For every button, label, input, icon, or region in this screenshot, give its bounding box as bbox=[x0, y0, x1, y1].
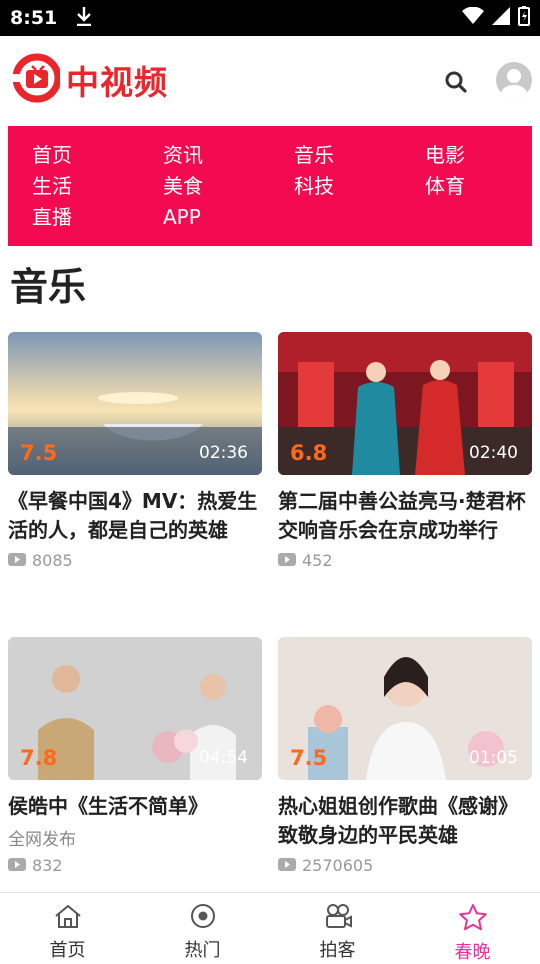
nav-item-tech[interactable]: 科技 bbox=[294, 171, 425, 202]
bottom-tab-bar: 首页 热门 拍客 春晚 bbox=[0, 892, 540, 963]
nav-item-music[interactable]: 音乐 bbox=[294, 140, 425, 171]
view-count: 2570605 bbox=[302, 856, 374, 875]
download-icon bbox=[75, 6, 93, 31]
star-icon bbox=[458, 903, 488, 936]
video-score: 6.8 bbox=[290, 441, 328, 465]
video-title[interactable]: 热心姐姐创作歌曲《感谢》致敬身边的平民英雄 bbox=[278, 792, 532, 850]
video-card[interactable]: 7.8 04:54 侯皓中《生活不简单》 全网发布 832 bbox=[8, 637, 262, 875]
play-icon bbox=[278, 856, 296, 875]
view-count: 452 bbox=[302, 551, 333, 570]
tab-chunwan[interactable]: 春晚 bbox=[405, 893, 540, 963]
tab-label: 热门 bbox=[184, 940, 221, 961]
video-card[interactable]: 6.8 02:40 第二届中善公益亮马·楚君杯交响音乐会在京成功举行 452 bbox=[278, 332, 532, 570]
video-views: 2570605 bbox=[278, 856, 532, 875]
camera-icon bbox=[323, 903, 353, 934]
play-icon bbox=[8, 856, 26, 875]
video-thumbnail[interactable]: 6.8 02:40 bbox=[278, 332, 532, 475]
wifi-icon bbox=[462, 6, 484, 29]
video-views: 832 bbox=[8, 856, 262, 875]
tab-home[interactable]: 首页 bbox=[0, 893, 135, 961]
nav-item-food[interactable]: 美食 bbox=[163, 171, 294, 202]
tab-label: 拍客 bbox=[319, 940, 356, 961]
video-duration: 01:05 bbox=[469, 748, 518, 768]
battery-icon bbox=[518, 6, 530, 30]
category-nav: 首页 资讯 音乐 电影 生活 美食 科技 体育 直播 APP bbox=[8, 126, 532, 246]
video-title[interactable]: 《早餐中国4》MV：热爱生活的人，都是自己的英雄 bbox=[8, 487, 262, 545]
play-logo-icon bbox=[10, 50, 62, 110]
nav-item-home[interactable]: 首页 bbox=[32, 140, 163, 171]
video-score: 7.8 bbox=[20, 746, 58, 770]
tab-label: 春晚 bbox=[454, 942, 491, 963]
video-duration: 02:40 bbox=[469, 443, 518, 463]
video-title[interactable]: 第二届中善公益亮马·楚君杯交响音乐会在京成功举行 bbox=[278, 487, 532, 545]
nav-item-news[interactable]: 资讯 bbox=[163, 140, 294, 171]
video-score: 7.5 bbox=[290, 746, 328, 770]
status-time: 8:51 bbox=[10, 7, 58, 29]
view-count: 832 bbox=[32, 856, 63, 875]
app-logo[interactable]: 中视频 bbox=[10, 50, 168, 110]
nav-item-movie[interactable]: 电影 bbox=[425, 140, 540, 171]
video-score: 7.5 bbox=[20, 441, 58, 465]
video-duration: 02:36 bbox=[199, 443, 248, 463]
nav-item-sports[interactable]: 体育 bbox=[425, 171, 540, 202]
tab-hot[interactable]: 热门 bbox=[135, 893, 270, 961]
video-title[interactable]: 侯皓中《生活不简单》 bbox=[8, 792, 262, 821]
app-name: 中视频 bbox=[66, 63, 168, 102]
video-views: 452 bbox=[278, 551, 532, 570]
video-thumbnail[interactable]: 7.8 04:54 bbox=[8, 637, 262, 780]
video-subtitle: 全网发布 bbox=[8, 830, 76, 850]
play-icon bbox=[8, 551, 26, 570]
signal-icon bbox=[492, 7, 510, 29]
video-card[interactable]: 7.5 02:36 《早餐中国4》MV：热爱生活的人，都是自己的英雄 8085 bbox=[8, 332, 262, 570]
video-duration: 04:54 bbox=[199, 748, 248, 768]
video-views: 8085 bbox=[8, 551, 262, 570]
section-title: 音乐 bbox=[10, 265, 87, 309]
search-icon[interactable] bbox=[444, 70, 468, 98]
nav-item-live[interactable]: 直播 bbox=[32, 202, 163, 233]
nav-item-app[interactable]: APP bbox=[163, 202, 294, 233]
tab-paike[interactable]: 拍客 bbox=[270, 893, 405, 961]
hot-icon bbox=[189, 903, 217, 934]
view-count: 8085 bbox=[32, 551, 73, 570]
video-thumbnail[interactable]: 7.5 02:36 bbox=[8, 332, 262, 475]
video-card[interactable]: 7.5 01:05 热心姐姐创作歌曲《感谢》致敬身边的平民英雄 2570605 bbox=[278, 637, 532, 875]
tab-label: 首页 bbox=[49, 940, 86, 961]
nav-item-life[interactable]: 生活 bbox=[32, 171, 163, 202]
app-header: 中视频 bbox=[0, 36, 540, 124]
video-thumbnail[interactable]: 7.5 01:05 bbox=[278, 637, 532, 780]
play-icon bbox=[278, 551, 296, 570]
avatar[interactable] bbox=[496, 62, 532, 98]
home-icon bbox=[53, 903, 83, 934]
status-bar: 8:51 bbox=[0, 0, 540, 36]
